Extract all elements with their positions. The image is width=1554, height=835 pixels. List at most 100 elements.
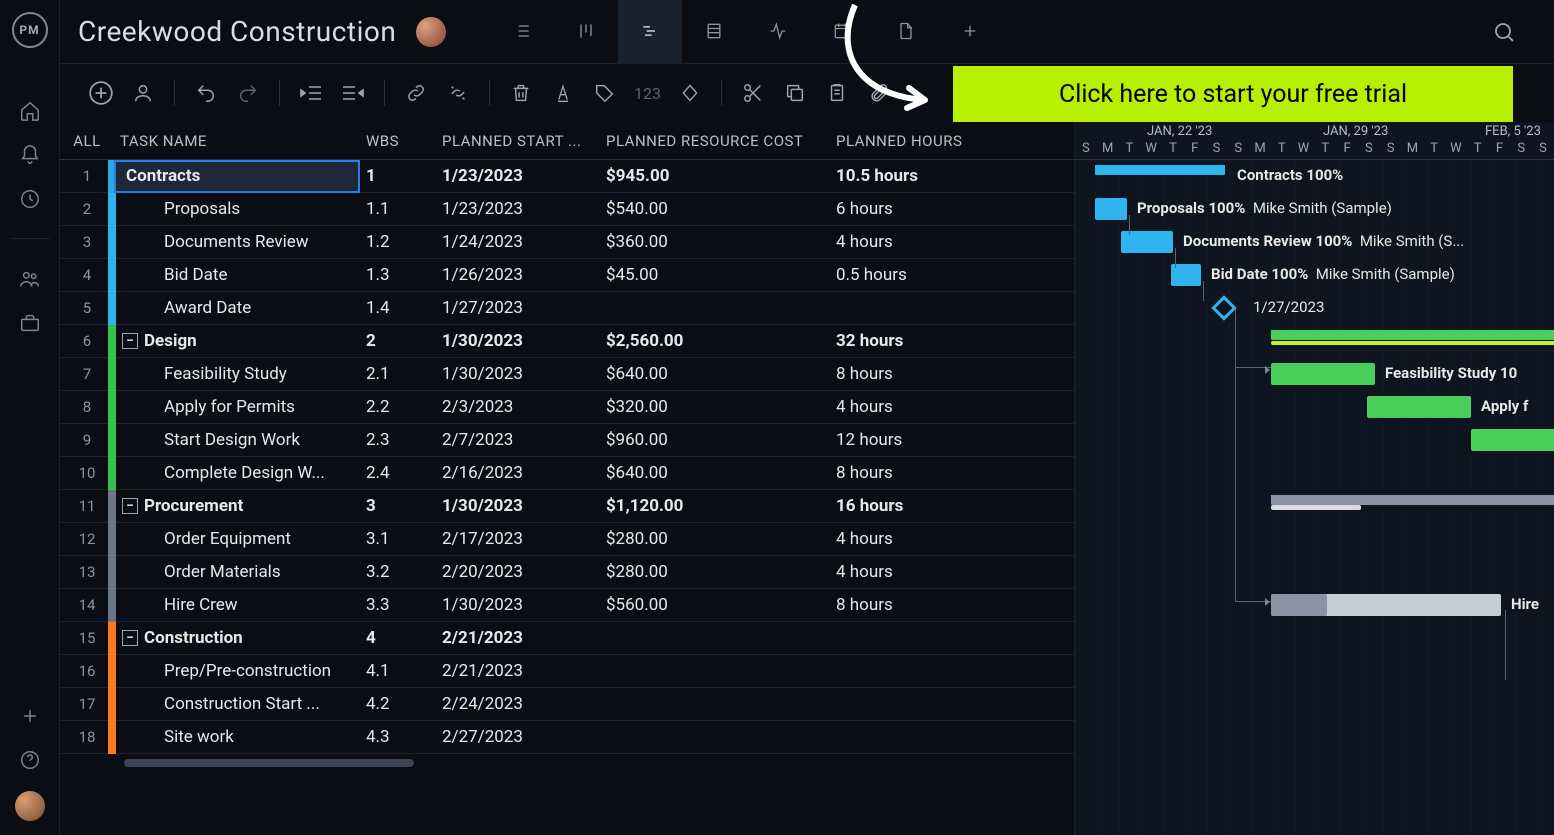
- task-row[interactable]: 1Contracts11/23/2023$945.0010.5 hours: [60, 160, 1074, 193]
- col-cost-header[interactable]: PLANNED RESOURCE COST: [606, 132, 836, 150]
- hours-cell[interactable]: 16 hours: [836, 496, 1016, 516]
- row-number[interactable]: 3: [60, 233, 108, 251]
- view-board-icon[interactable]: [554, 0, 618, 64]
- wbs-cell[interactable]: 1.3: [366, 265, 442, 285]
- collapse-toggle[interactable]: −: [122, 630, 138, 646]
- row-number[interactable]: 2: [60, 200, 108, 218]
- wbs-cell[interactable]: 4.1: [366, 661, 442, 681]
- row-number[interactable]: 17: [60, 695, 108, 713]
- task-name-cell[interactable]: −Procurement: [108, 490, 366, 523]
- briefcase-icon[interactable]: [17, 310, 43, 336]
- project-title[interactable]: Creekwood Construction: [78, 15, 396, 48]
- wbs-cell[interactable]: 3.3: [366, 595, 442, 615]
- cost-cell[interactable]: $945.00: [606, 166, 836, 186]
- cost-cell[interactable]: $360.00: [606, 232, 836, 252]
- wbs-cell[interactable]: 1.4: [366, 298, 442, 318]
- cost-cell[interactable]: $540.00: [606, 199, 836, 219]
- task-row[interactable]: 9Start Design Work2.32/7/2023$960.0012 h…: [60, 424, 1074, 457]
- task-name-cell[interactable]: Proposals: [108, 193, 366, 226]
- row-number[interactable]: 9: [60, 431, 108, 449]
- task-row[interactable]: 10Complete Design W...2.42/16/2023$640.0…: [60, 457, 1074, 490]
- app-logo[interactable]: PM: [12, 12, 48, 48]
- col-wbs-header[interactable]: WBS: [366, 132, 442, 150]
- start-date-cell[interactable]: 1/23/2023: [442, 199, 606, 219]
- col-all-header[interactable]: ALL: [60, 132, 108, 150]
- task-name-cell[interactable]: Feasibility Study: [108, 358, 366, 391]
- task-row[interactable]: 6−Design21/30/2023$2,560.0032 hours: [60, 325, 1074, 358]
- task-name-cell[interactable]: Apply for Permits: [108, 391, 366, 424]
- row-number[interactable]: 14: [60, 596, 108, 614]
- task-row[interactable]: 17Construction Start ...4.22/24/2023: [60, 688, 1074, 721]
- task-row[interactable]: 8Apply for Permits2.22/3/2023$320.004 ho…: [60, 391, 1074, 424]
- cost-cell[interactable]: $280.00: [606, 529, 836, 549]
- project-avatar[interactable]: [416, 17, 446, 47]
- wbs-cell[interactable]: 2.3: [366, 430, 442, 450]
- task-name-cell[interactable]: −Construction: [108, 622, 366, 655]
- copy-icon[interactable]: [778, 76, 812, 110]
- hours-cell[interactable]: 4 hours: [836, 397, 1016, 417]
- task-name-cell[interactable]: Hire Crew: [108, 589, 366, 622]
- wbs-cell[interactable]: 1.2: [366, 232, 442, 252]
- cost-cell[interactable]: $280.00: [606, 562, 836, 582]
- wbs-cell[interactable]: 3.2: [366, 562, 442, 582]
- task-name-cell[interactable]: −Design: [108, 325, 366, 358]
- task-row[interactable]: 15−Construction42/21/2023: [60, 622, 1074, 655]
- task-name-cell[interactable]: Documents Review: [108, 226, 366, 259]
- outdent-icon[interactable]: [294, 76, 328, 110]
- wbs-cell[interactable]: 3.1: [366, 529, 442, 549]
- wbs-cell[interactable]: 4: [366, 628, 442, 648]
- gantt-timeline-header[interactable]: JAN, 22 '23JAN, 29 '23FEB, 5 '23 SMTWTFS…: [1075, 122, 1554, 160]
- assignee-icon[interactable]: [126, 76, 160, 110]
- hours-cell[interactable]: 12 hours: [836, 430, 1016, 450]
- cost-cell[interactable]: $1,120.00: [606, 496, 836, 516]
- task-row[interactable]: 13Order Materials3.22/20/2023$280.004 ho…: [60, 556, 1074, 589]
- hours-cell[interactable]: 8 hours: [836, 595, 1016, 615]
- start-date-cell[interactable]: 1/30/2023: [442, 595, 606, 615]
- hours-cell[interactable]: 6 hours: [836, 199, 1016, 219]
- cost-cell[interactable]: $960.00: [606, 430, 836, 450]
- cost-cell[interactable]: $2,560.00: [606, 331, 836, 351]
- task-name-cell[interactable]: Site work: [108, 721, 366, 754]
- people-icon[interactable]: [17, 266, 43, 292]
- view-gantt-icon[interactable]: [618, 0, 682, 64]
- row-number[interactable]: 16: [60, 662, 108, 680]
- collapse-toggle[interactable]: −: [122, 498, 138, 514]
- paste-icon[interactable]: [820, 76, 854, 110]
- start-date-cell[interactable]: 2/17/2023: [442, 529, 606, 549]
- row-number[interactable]: 6: [60, 332, 108, 350]
- task-name-cell[interactable]: Contracts: [108, 160, 366, 193]
- link-icon[interactable]: [399, 76, 433, 110]
- hours-cell[interactable]: 8 hours: [836, 364, 1016, 384]
- start-date-cell[interactable]: 1/30/2023: [442, 331, 606, 351]
- gantt-milestone-award[interactable]: [1211, 295, 1236, 320]
- redo-icon[interactable]: [231, 76, 265, 110]
- row-number[interactable]: 13: [60, 563, 108, 581]
- wbs-cell[interactable]: 2.1: [366, 364, 442, 384]
- diamond-icon[interactable]: [673, 76, 707, 110]
- start-date-cell[interactable]: 1/23/2023: [442, 166, 606, 186]
- add-task-icon[interactable]: [84, 76, 118, 110]
- cost-cell[interactable]: $45.00: [606, 265, 836, 285]
- grid-horizontal-scrollbar[interactable]: [60, 756, 1074, 770]
- start-date-cell[interactable]: 2/16/2023: [442, 463, 606, 483]
- hours-cell[interactable]: 8 hours: [836, 463, 1016, 483]
- cut-icon[interactable]: [736, 76, 770, 110]
- undo-icon[interactable]: [189, 76, 223, 110]
- row-number[interactable]: 8: [60, 398, 108, 416]
- trash-icon[interactable]: [504, 76, 538, 110]
- task-row[interactable]: 2Proposals1.11/23/2023$540.006 hours: [60, 193, 1074, 226]
- row-number[interactable]: 12: [60, 530, 108, 548]
- start-date-cell[interactable]: 2/27/2023: [442, 727, 606, 747]
- hours-cell[interactable]: 10.5 hours: [836, 166, 1016, 186]
- task-name-cell[interactable]: Start Design Work: [108, 424, 366, 457]
- start-date-cell[interactable]: 2/20/2023: [442, 562, 606, 582]
- task-row[interactable]: 7Feasibility Study2.11/30/2023$640.008 h…: [60, 358, 1074, 391]
- bell-icon[interactable]: [17, 142, 43, 168]
- attachment-icon[interactable]: [862, 76, 896, 110]
- task-name-cell[interactable]: Construction Start ...: [108, 688, 366, 721]
- tag-icon[interactable]: [588, 76, 622, 110]
- row-number[interactable]: 15: [60, 629, 108, 647]
- wbs-cell[interactable]: 2: [366, 331, 442, 351]
- home-icon[interactable]: [17, 98, 43, 124]
- hours-cell[interactable]: 4 hours: [836, 232, 1016, 252]
